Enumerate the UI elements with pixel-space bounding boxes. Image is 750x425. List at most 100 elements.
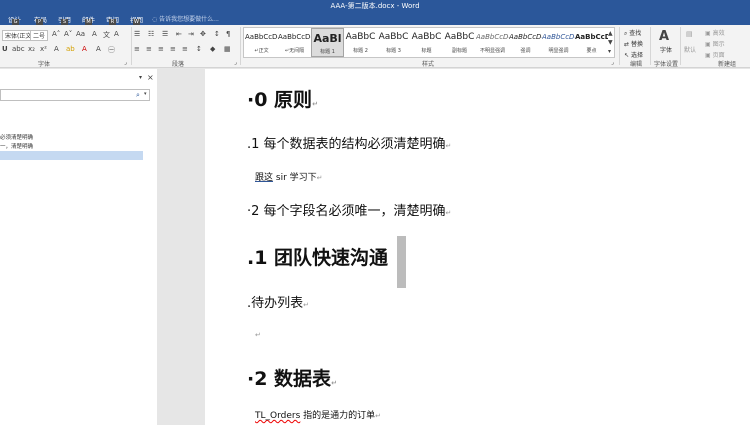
find-icon: ⌕ [624, 30, 628, 37]
distribute-icon[interactable]: ≡ [182, 45, 188, 53]
style-heading-2[interactable]: AaBbC 标题 2 [344, 28, 377, 57]
right-item-2[interactable]: ▣ 图示 [705, 39, 725, 48]
font-size-select[interactable]: 二号 [30, 30, 49, 41]
line-spacing-icon[interactable]: ↕ [196, 45, 202, 53]
find-button[interactable]: ⌕ 查找 [624, 28, 641, 38]
style-subtle-emphasis-sample: AaBbCcDd [476, 33, 509, 41]
empty-paragraph[interactable]: ↵ [255, 330, 261, 340]
borders-icon[interactable]: ▦ [224, 45, 231, 53]
gallery-scroll-up-icon[interactable]: ▲ [608, 30, 613, 37]
nav-search-input[interactable]: ⌕ ▾ [0, 89, 150, 101]
text-effects-icon[interactable]: A [54, 45, 59, 53]
gallery-scroll-down-icon[interactable]: ▼ [608, 39, 613, 46]
right-item-1[interactable]: ▣ 高效 [705, 28, 725, 37]
select-button[interactable]: ↖ 选择 [624, 50, 643, 59]
heading-2-paragraph[interactable]: .待办列表↵ [247, 292, 309, 311]
justify-icon[interactable]: ≡ [170, 45, 176, 53]
styles-dialog-launcher-icon[interactable]: ⌟ [611, 59, 614, 66]
right-item-3[interactable]: ▣ 页面 [705, 50, 725, 59]
align-right-icon[interactable]: ≡ [158, 45, 164, 53]
paragraph-mark-icon: ↵ [445, 142, 452, 150]
underline-icon[interactable]: U [2, 45, 8, 53]
style-normal-name: ↵正文 [254, 48, 269, 54]
style-no-spacing[interactable]: AaBbCcDd ↵无间隔 [278, 28, 311, 57]
pane-options-icon[interactable]: ▾ [139, 74, 142, 81]
phonetic-icon[interactable]: 文 [103, 30, 110, 40]
sort-icon[interactable]: ↕ [214, 30, 220, 38]
nav-heading-item[interactable]: 必须清楚明确 [0, 133, 33, 141]
heading-text: .1 每个数据表的结构必须清楚明确 [247, 137, 446, 152]
style-heading-1[interactable]: AaBl 标题 1 [311, 28, 344, 57]
style-subtle-emphasis-name: 不明显强调 [479, 48, 505, 54]
style-title-sample: AaBbC [411, 32, 442, 42]
shading-icon[interactable]: ◆ [210, 45, 215, 53]
search-dropdown-icon[interactable]: ▾ [144, 91, 147, 97]
highlight-icon[interactable]: ab [66, 45, 75, 53]
heading-text: ·2 数据表 [247, 368, 332, 390]
style-heading-3[interactable]: AaBbC 标题 3 [377, 28, 410, 57]
subscript-icon[interactable]: x₂ [28, 45, 35, 53]
default-icon[interactable]: ▤ [686, 30, 693, 38]
clear-format-icon[interactable]: A [92, 30, 97, 38]
enclose-char-icon[interactable]: ㊀ [108, 45, 115, 55]
border-char-icon[interactable]: A [114, 30, 119, 38]
style-title-name: 标题 [421, 48, 432, 54]
style-intense-emphasis[interactable]: AaBbCcDd 明显强调 [542, 28, 575, 57]
grow-font-icon[interactable]: A˄ [52, 30, 60, 38]
heading-1-paragraph[interactable]: .1 团队快速沟通 [247, 243, 388, 270]
show-marks-icon[interactable]: ¶ [226, 30, 230, 38]
align-center-icon[interactable]: ≡ [146, 45, 152, 53]
document-page[interactable]: ·0 原则↵ .1 每个数据表的结构必须清楚明确↵ 跟这 sir 学习下↵ ·2… [205, 69, 750, 425]
font-settings-icon[interactable]: A [659, 29, 669, 44]
heading-2-paragraph[interactable]: ·2 每个字段名必须唯一，清楚明确↵ [247, 200, 451, 219]
close-pane-icon[interactable]: × [147, 73, 154, 82]
strikethrough-icon[interactable]: abc [12, 45, 25, 53]
multilevel-list-icon[interactable]: ☰ [162, 30, 168, 38]
replace-label: 替换 [630, 41, 643, 48]
change-case-icon[interactable]: Aa [76, 30, 85, 38]
heading-2-paragraph[interactable]: .1 每个数据表的结构必须清楚明确↵ [247, 133, 451, 152]
group-separator [680, 27, 681, 65]
heading-text: ·2 每个字段名必须唯一，清楚明确 [247, 204, 446, 219]
style-subtitle[interactable]: AaBbC 副标题 [443, 28, 476, 57]
style-subtle-emphasis[interactable]: AaBbCcDd 不明显强调 [476, 28, 509, 57]
heading-1-paragraph[interactable]: ·2 数据表↵ [247, 364, 337, 391]
tell-me-box[interactable]: ◌ 告诉我您想要做什么... [152, 14, 219, 23]
font-button-label[interactable]: 字体 [660, 45, 672, 54]
decrease-indent-icon[interactable]: ⇤ [176, 30, 182, 38]
style-strong[interactable]: AaBbCcDd 要点 [575, 28, 608, 57]
align-left-icon[interactable]: ≡ [134, 45, 140, 53]
nav-heading-item-selected[interactable] [0, 151, 143, 160]
style-normal[interactable]: AaBbCcDd ↵正文 [245, 28, 278, 57]
bullets-icon[interactable]: ☰ [134, 30, 140, 38]
right-item-2-label: 图示 [712, 41, 725, 48]
paragraph-dialog-launcher-icon[interactable]: ⌟ [234, 59, 237, 66]
search-icon[interactable]: ⌕ [136, 91, 140, 100]
find-label: 查找 [629, 30, 642, 37]
font-dialog-launcher-icon[interactable]: ⌟ [124, 59, 127, 66]
heading-1-paragraph[interactable]: ·0 原则↵ [247, 85, 318, 112]
style-heading-2-sample: AaBbC [345, 32, 376, 42]
drag-handle[interactable] [397, 236, 406, 288]
nav-heading-item[interactable]: 一，清楚明确 [0, 142, 33, 150]
superscript-icon[interactable]: x² [40, 45, 47, 53]
paragraph-mark-icon: ↵ [312, 100, 318, 108]
style-subtitle-name: 副标题 [451, 48, 467, 54]
paragraph-mark-icon: ↵ [316, 174, 323, 182]
body-paragraph[interactable]: 跟这 sir 学习下↵ [255, 170, 323, 183]
style-emphasis[interactable]: AaBbCcDd 强调 [509, 28, 542, 57]
underlined-text: 跟这 [255, 173, 274, 183]
font-color-icon[interactable]: A [82, 45, 87, 53]
char-shading-icon[interactable]: A [96, 45, 101, 53]
style-no-spacing-name: ↵无间隔 [284, 48, 305, 54]
shrink-font-icon[interactable]: A˅ [64, 30, 72, 38]
chinese-layout-icon[interactable]: ✥ [200, 30, 206, 38]
numbering-icon[interactable]: ☷ [148, 30, 154, 38]
replace-button[interactable]: ⇄ 替换 [624, 39, 643, 48]
body-paragraph[interactable]: TL_Orders 指的是通力的订单↵ [255, 408, 381, 421]
style-normal-sample: AaBbCcDd [245, 33, 278, 41]
style-title[interactable]: AaBbC 标题 [410, 28, 443, 57]
gallery-more-icon[interactable]: ▾ [608, 48, 611, 55]
increase-indent-icon[interactable]: ⇥ [188, 30, 194, 38]
group-label-new-group: 新建组 [718, 61, 737, 68]
